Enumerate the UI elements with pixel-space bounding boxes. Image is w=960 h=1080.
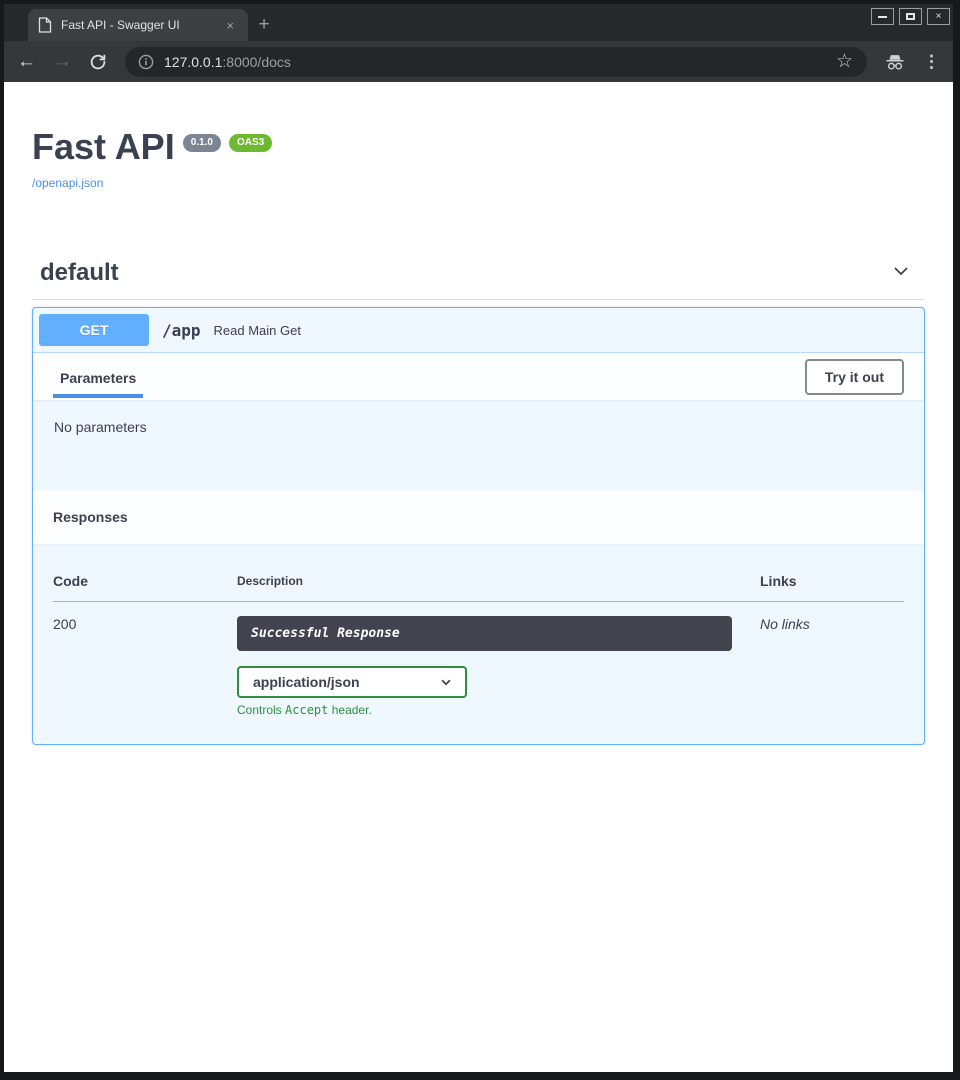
maximize-button[interactable] [899, 8, 922, 25]
info-icon[interactable] [138, 54, 154, 70]
url-host: 127.0.0.1 [164, 54, 222, 70]
opblock-get-app: GET /app Read Main Get Parameters Try it… [32, 307, 925, 745]
method-badge: GET [39, 314, 149, 346]
back-button[interactable]: ← [17, 52, 36, 71]
responses-body: Code Description Links 200 [33, 544, 924, 744]
response-description-box: Successful Response [237, 616, 732, 651]
responses-table-header-row: Code Description Links [53, 564, 904, 602]
tag-section-default: default GET /app Read Main Get [4, 249, 953, 745]
url-bar[interactable]: 127.0.0.1:8000/docs ☆ [125, 47, 867, 77]
response-links: No links [760, 616, 810, 632]
media-type-selected: application/json [253, 674, 360, 690]
accept-header-hint: Controls Accept header. [237, 703, 760, 717]
column-header-links: Links [760, 564, 904, 602]
swagger-page: Fast API 0.1.0 OAS3 /openapi.json defaul… [4, 82, 953, 1072]
chevron-down-icon[interactable] [891, 261, 911, 286]
operation-summary-text: Read Main Get [214, 323, 301, 338]
no-parameters-text: No parameters [54, 419, 147, 435]
browser-window: Fast API - Swagger UI × + × ← → [4, 4, 953, 1072]
response-row-200: 200 Successful Response application/json [53, 602, 904, 718]
tab-title: Fast API - Swagger UI [61, 18, 213, 32]
media-type-select[interactable]: application/json [237, 666, 467, 698]
openapi-spec-link[interactable]: /openapi.json [32, 176, 103, 190]
responses-table: Code Description Links 200 [53, 564, 904, 717]
incognito-icon[interactable] [884, 52, 906, 72]
bookmark-star-icon[interactable]: ☆ [836, 50, 857, 73]
responses-title: Responses [53, 509, 128, 525]
column-header-code: Code [53, 564, 237, 602]
new-tab-button[interactable]: + [248, 9, 280, 41]
tab-close-icon[interactable]: × [222, 17, 238, 34]
forward-button[interactable]: → [53, 52, 72, 71]
tab-parameters[interactable]: Parameters [53, 355, 143, 398]
parameters-body: No parameters [33, 400, 924, 490]
api-info-section: Fast API 0.1.0 OAS3 /openapi.json [4, 82, 953, 192]
try-it-out-button[interactable]: Try it out [805, 359, 904, 395]
media-type-control: application/json [237, 666, 760, 717]
oas3-badge: OAS3 [229, 134, 272, 152]
url-text: 127.0.0.1:8000/docs [164, 54, 291, 70]
operation-path: /app [162, 321, 201, 340]
version-badge: 0.1.0 [183, 134, 221, 152]
tab-strip: Fast API - Swagger UI × + × [4, 4, 953, 41]
select-chevron-down-icon [439, 675, 453, 689]
page-favicon-icon [38, 17, 52, 33]
browser-menu-icon[interactable]: ⋮ [923, 52, 940, 72]
responses-header: Responses [33, 490, 924, 544]
page-title: Fast API [32, 129, 175, 165]
api-title-row: Fast API 0.1.0 OAS3 [32, 129, 925, 165]
parameters-header: Parameters Try it out [33, 353, 924, 400]
window-frame: Fast API - Swagger UI × + × ← → [0, 0, 960, 1080]
tag-header[interactable]: default [32, 249, 925, 300]
response-code: 200 [53, 616, 76, 632]
minimize-icon [878, 16, 887, 18]
accept-code: Accept [285, 703, 328, 717]
tag-name: default [40, 259, 119, 287]
browser-toolbar: ← → 127.0.0.1:8000/docs ☆ [4, 41, 953, 82]
close-button[interactable]: × [927, 8, 950, 25]
minimize-button[interactable] [871, 8, 894, 25]
reload-button[interactable] [89, 53, 107, 71]
window-controls: × [871, 8, 950, 25]
maximize-icon [906, 13, 915, 20]
url-path: :8000/docs [222, 54, 291, 70]
operation-summary[interactable]: GET /app Read Main Get [33, 308, 924, 353]
column-header-description: Description [237, 564, 760, 602]
browser-tab[interactable]: Fast API - Swagger UI × [28, 9, 248, 41]
